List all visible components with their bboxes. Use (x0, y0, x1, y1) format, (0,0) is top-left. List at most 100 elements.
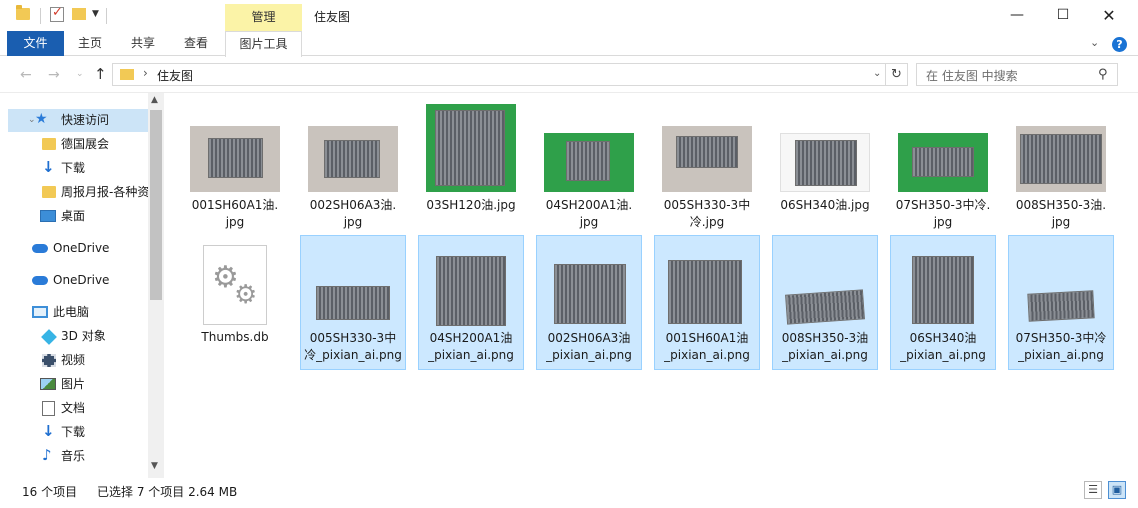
sidebar-item-label: 桌面 (61, 209, 86, 223)
address-row: ← → ⌄ ↑ › 住友图 ⌄ ↻ 在 住友图 中搜索 ⚲ (0, 57, 1138, 93)
scrollbar-thumb[interactable] (150, 110, 162, 300)
file-tile[interactable]: 005SH330-3中 冷_pixian_ai.png (300, 235, 406, 370)
expand-ribbon-icon[interactable]: ⌄ (1090, 36, 1099, 49)
customize-quick-access-icon[interactable]: ▼ (92, 9, 99, 19)
tab-picture-tools[interactable]: 图片工具 (225, 31, 302, 57)
sidebar-item-label: 周报月报-各种资 (61, 185, 148, 199)
refresh-button[interactable]: ↻ (886, 63, 908, 86)
nav-scrollbar[interactable]: ▲ ▼ (148, 93, 164, 478)
file-tile[interactable]: 008SH350-3油 _pixian_ai.png (772, 235, 878, 370)
file-tile[interactable]: 06SH340油.jpg (772, 103, 878, 238)
file-thumbnail (898, 248, 988, 328)
file-thumbnail (426, 104, 516, 192)
sidebar-item-quick-access[interactable]: ⌄ ★ 快速访问 (8, 109, 148, 132)
file-tile[interactable]: 008SH350-3油. jpg (1008, 103, 1114, 238)
maximize-button[interactable]: ☐ (1040, 0, 1086, 31)
sidebar-item-this-pc[interactable]: 此电脑 (8, 301, 148, 324)
up-button[interactable]: ↑ (94, 65, 107, 83)
file-tile[interactable]: 03SH120油.jpg (418, 103, 524, 238)
quick-access-separator (106, 8, 107, 24)
radiator-image (324, 140, 380, 178)
properties-icon[interactable] (50, 5, 64, 22)
sidebar-item-videos[interactable]: 视频 (8, 349, 148, 372)
scroll-up-icon[interactable]: ▲ (151, 95, 158, 105)
folder-icon (42, 138, 56, 150)
context-tab-header: 管理 (225, 4, 302, 31)
radiator-image (436, 256, 506, 326)
window-title: 住友图 (314, 10, 351, 24)
tab-view[interactable]: 查看 (172, 31, 220, 56)
scroll-down-icon[interactable]: ▼ (151, 461, 158, 471)
sidebar-item-onedrive[interactable]: OneDrive (8, 269, 148, 292)
address-bar[interactable]: › 住友图 ⌄ (112, 63, 886, 86)
navigation-pane: ⌄ ★ 快速访问 德国展会 ↓ 下载 周报月报-各种资 桌面 OneDrive … (0, 93, 164, 478)
cloud-icon (32, 244, 48, 253)
sidebar-item-music[interactable]: ♪ 音乐 (8, 445, 148, 468)
search-icon[interactable]: ⚲ (1098, 67, 1108, 82)
tab-share[interactable]: 共享 (118, 31, 168, 56)
radiator-image (1027, 290, 1095, 322)
file-name: 04SH200A1油. jpg (545, 198, 633, 229)
item-count: 16 个项目 (22, 485, 78, 499)
radiator-image (1020, 134, 1102, 184)
radiator-image (676, 136, 738, 168)
file-name: 07SH350-3中冷 _pixian_ai.png (1015, 331, 1107, 362)
sidebar-item-3d-objects[interactable]: 3D 对象 (8, 325, 148, 348)
star-icon: ★ (35, 111, 48, 127)
file-tile[interactable]: ⚙ ⚙ Thumbs.db (182, 235, 288, 370)
file-thumbnail (780, 286, 870, 326)
sidebar-item-desktop[interactable]: 桌面 (8, 205, 148, 228)
download-icon: ↓ (42, 422, 55, 440)
file-tile[interactable]: 001SH60A1油. jpg (182, 103, 288, 238)
sidebar-item-documents[interactable]: 文档 (8, 397, 148, 420)
help-icon[interactable]: ? (1112, 37, 1127, 52)
details-view-button[interactable]: ☰ (1084, 481, 1102, 499)
breadcrumb[interactable]: 住友图 (157, 67, 193, 84)
forward-button[interactable]: → (48, 67, 60, 83)
back-button[interactable]: ← (20, 67, 32, 83)
file-name: 008SH350-3油 _pixian_ai.png (781, 331, 869, 362)
file-tile[interactable]: 04SH200A1油. jpg (536, 103, 642, 238)
file-thumbnail (1016, 126, 1106, 192)
file-tile[interactable]: 07SH350-3中冷. jpg (890, 103, 996, 238)
file-tile[interactable]: 002SH06A3油. jpg (300, 103, 406, 238)
new-folder-icon[interactable] (72, 8, 86, 20)
pc-icon (32, 306, 48, 318)
tab-file[interactable]: 文件 (7, 31, 64, 56)
file-thumbnail (662, 246, 752, 328)
file-tile[interactable]: 002SH06A3油 _pixian_ai.png (536, 235, 642, 370)
recent-locations-icon[interactable]: ⌄ (76, 69, 84, 79)
tab-home[interactable]: 主页 (66, 31, 114, 56)
file-thumbnail (1016, 286, 1106, 326)
folder-icon[interactable] (16, 5, 30, 20)
file-tile[interactable]: 06SH340油 _pixian_ai.png (890, 235, 996, 370)
sidebar-item-pictures[interactable]: 图片 (8, 373, 148, 396)
close-button[interactable]: ✕ (1086, 0, 1132, 31)
radiator-image (668, 260, 742, 324)
file-thumbnail (308, 126, 398, 192)
file-tile[interactable]: 001SH60A1油 _pixian_ai.png (654, 235, 760, 370)
sidebar-item-downloads[interactable]: ↓ 下载 (8, 157, 148, 180)
file-tile[interactable]: 07SH350-3中冷 _pixian_ai.png (1008, 235, 1114, 370)
radiator-image (316, 286, 390, 320)
file-name: 002SH06A3油. jpg (309, 198, 397, 229)
chevron-down-icon[interactable]: ⌄ (873, 68, 881, 79)
file-tile[interactable]: 04SH200A1油 _pixian_ai.png (418, 235, 524, 370)
sidebar-item-onedrive[interactable]: OneDrive (8, 237, 148, 260)
file-tile[interactable]: 005SH330-3中 冷.jpg (654, 103, 760, 238)
file-thumbnail (308, 280, 398, 324)
sidebar-item-folder[interactable]: 德国展会 (8, 133, 148, 156)
quick-access-separator (40, 8, 41, 24)
status-bar: 16 个项目 已选择 7 个项目 2.64 MB ☰ ▣ (0, 478, 1138, 508)
radiator-image (912, 147, 974, 177)
file-thumbnail (544, 133, 634, 192)
sidebar-item-folder[interactable]: 周报月报-各种资 (8, 181, 148, 204)
chevron-right-icon[interactable]: › (143, 66, 148, 80)
file-name: 06SH340油.jpg (780, 198, 870, 212)
download-icon: ↓ (42, 158, 55, 176)
sidebar-item-downloads[interactable]: ↓ 下载 (8, 421, 148, 444)
file-name: 04SH200A1油 _pixian_ai.png (428, 331, 514, 362)
minimize-button[interactable]: — (994, 0, 1040, 31)
large-icons-view-button[interactable]: ▣ (1108, 481, 1126, 499)
search-input[interactable]: 在 住友图 中搜索 ⚲ (916, 63, 1118, 86)
